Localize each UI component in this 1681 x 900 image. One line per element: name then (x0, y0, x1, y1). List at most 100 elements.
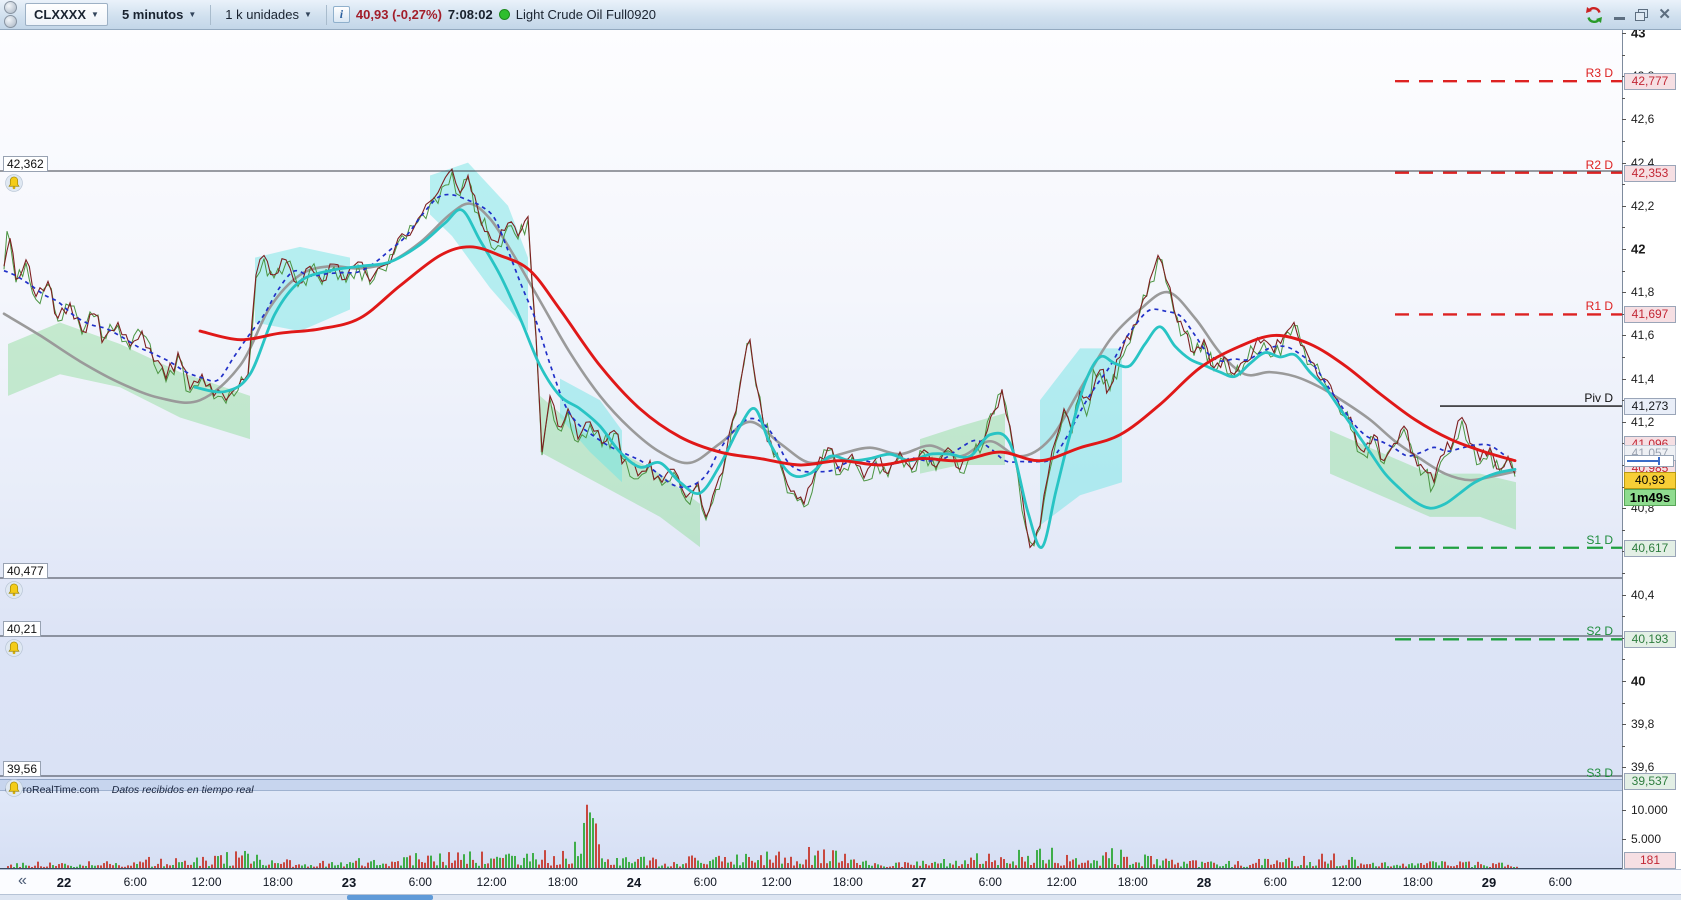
price-tick (1622, 421, 1626, 423)
price-tick (1622, 681, 1626, 682)
time-axis-label: 29 (1481, 875, 1497, 890)
price-tick-label: 41,6 (1631, 328, 1655, 343)
price-tick (1622, 767, 1626, 769)
price-minor-tick (1622, 616, 1625, 618)
price-tick-label: 42,6 (1631, 112, 1655, 127)
price-minor-tick (1622, 357, 1625, 358)
grip-knob-icon (4, 15, 17, 28)
scrollbar-track[interactable] (0, 894, 1681, 900)
price-minor-tick (1622, 745, 1625, 747)
price-level-badge: 42,353 (1624, 164, 1676, 182)
price-tick (1622, 508, 1626, 510)
price-tick-label: 41,2 (1631, 414, 1655, 429)
grip-knob-icon (4, 1, 17, 14)
price-minor-tick (1622, 573, 1625, 574)
time-axis-label: 18:00 (1117, 875, 1148, 889)
alert-bell-icon[interactable] (5, 639, 23, 657)
application-window: CLXXXX ▼ 5 minutos ▼ 1 k unidades ▼ i 40… (0, 0, 1681, 900)
time-axis-label: 23 (341, 875, 357, 890)
title-bar: CLXXXX ▼ 5 minutos ▼ 1 k unidades ▼ i 40… (0, 0, 1681, 30)
minimize-button[interactable] (1614, 9, 1626, 20)
time-axis-label: 6:00 (693, 875, 717, 889)
time-axis-label: 12:00 (1331, 875, 1362, 889)
time-axis-label: 12:00 (1046, 875, 1077, 889)
price-tick (1622, 162, 1626, 164)
alert-bell-icon[interactable] (5, 581, 23, 599)
units-label: 1 k unidades (225, 7, 299, 22)
price-minor-tick (1622, 227, 1625, 229)
price-level-badge: 41,697 (1624, 306, 1676, 324)
last-price-badge: 40,93 (1624, 472, 1676, 490)
time-axis-label: 22 (56, 875, 72, 890)
refresh-icon[interactable] (1584, 5, 1604, 25)
pivot-level-label: S3 D (1586, 766, 1613, 780)
price-minor-tick (1622, 659, 1625, 661)
alert-bell-icon[interactable] (5, 174, 23, 192)
quote-time: 7:08:02 (447, 7, 493, 22)
timeframe-selector[interactable]: 5 minutos ▼ (114, 4, 204, 25)
info-icon[interactable]: i (332, 6, 350, 23)
price-level-badge: 41,273 (1624, 398, 1676, 416)
price-panel-background (0, 30, 1622, 779)
instrument-label: CLXXXX (34, 7, 87, 22)
price-minor-tick (1622, 702, 1625, 704)
depth-gauge (1624, 455, 1674, 467)
price-minor-tick (1622, 270, 1625, 272)
restore-button[interactable] (1635, 8, 1649, 21)
price-level-badge: 40,193 (1624, 631, 1676, 649)
time-axis-label: 27 (911, 875, 927, 890)
price-minor-tick (1622, 184, 1625, 186)
connection-status-icon (498, 9, 510, 20)
divider (325, 4, 327, 25)
pivot-level-label: Piv D (1584, 391, 1613, 406)
volume-tick-label: 5.000 (1631, 832, 1662, 846)
time-axis-label: 18:00 (832, 875, 863, 889)
price-tick-label: 42,2 (1631, 198, 1655, 213)
time-axis-label: 6:00 (1548, 875, 1572, 889)
price-tick (1622, 119, 1626, 121)
time-axis-label: 18:00 (262, 875, 293, 889)
time-axis-label: 6:00 (123, 875, 147, 889)
price-tick-label: 39,8 (1631, 717, 1655, 732)
copyright-text: Datos recibidos en tiempo real (111, 784, 254, 796)
scrollbar-thumb[interactable] (347, 895, 433, 900)
window-grip-icon (4, 1, 17, 28)
price-level-badge: 42,777 (1624, 73, 1676, 91)
pivot-level-label: R2 D (1585, 157, 1613, 172)
divider (210, 4, 212, 25)
instrument-selector[interactable]: CLXXXX ▼ (25, 3, 108, 26)
volume-tick (1622, 810, 1626, 811)
time-axis-label: 6:00 (978, 875, 1002, 889)
pivot-level-label: S2 D (1586, 624, 1613, 639)
price-minor-tick (1622, 54, 1625, 56)
time-axis-label: 18:00 (1402, 875, 1433, 889)
chevron-down-icon: ▼ (188, 10, 197, 19)
price-tick (1622, 378, 1626, 380)
instrument-full-name: Light Crude Oil Full0920 (515, 7, 656, 22)
time-axis-label: 12:00 (761, 875, 792, 889)
close-button[interactable]: ✕ (1658, 7, 1671, 22)
alert-price-label: 42,362 (3, 156, 48, 172)
price-tick-label: 40,4 (1631, 587, 1655, 602)
price-level-badge: 40,617 (1624, 539, 1676, 557)
units-selector[interactable]: 1 k unidades ▼ (217, 4, 320, 25)
timeframe-label: 5 minutos (121, 7, 184, 22)
time-axis-label: 12:00 (191, 875, 222, 889)
pivot-level-label: R3 D (1585, 66, 1613, 81)
alert-bell-icon[interactable] (5, 779, 23, 797)
price-tick-label: 41,8 (1631, 285, 1655, 300)
volume-tick-label: 10.000 (1631, 803, 1668, 817)
scroll-back-button[interactable]: « (14, 872, 31, 890)
price-tick (1622, 335, 1626, 337)
price-tick-label: 40 (1631, 673, 1646, 689)
price-tick (1622, 594, 1626, 596)
current-volume-badge: 181 (1624, 852, 1676, 869)
price-level-badge: 39,537 (1624, 773, 1676, 790)
time-axis-label: 28 (1196, 875, 1212, 890)
time-axis-label: 24 (626, 875, 642, 890)
pivot-level-label: S1 D (1586, 532, 1613, 547)
chevron-down-icon: ▼ (304, 10, 312, 19)
volume-panel-background (0, 791, 1622, 869)
price-tick (1622, 249, 1626, 250)
price-minor-tick (1622, 141, 1625, 142)
